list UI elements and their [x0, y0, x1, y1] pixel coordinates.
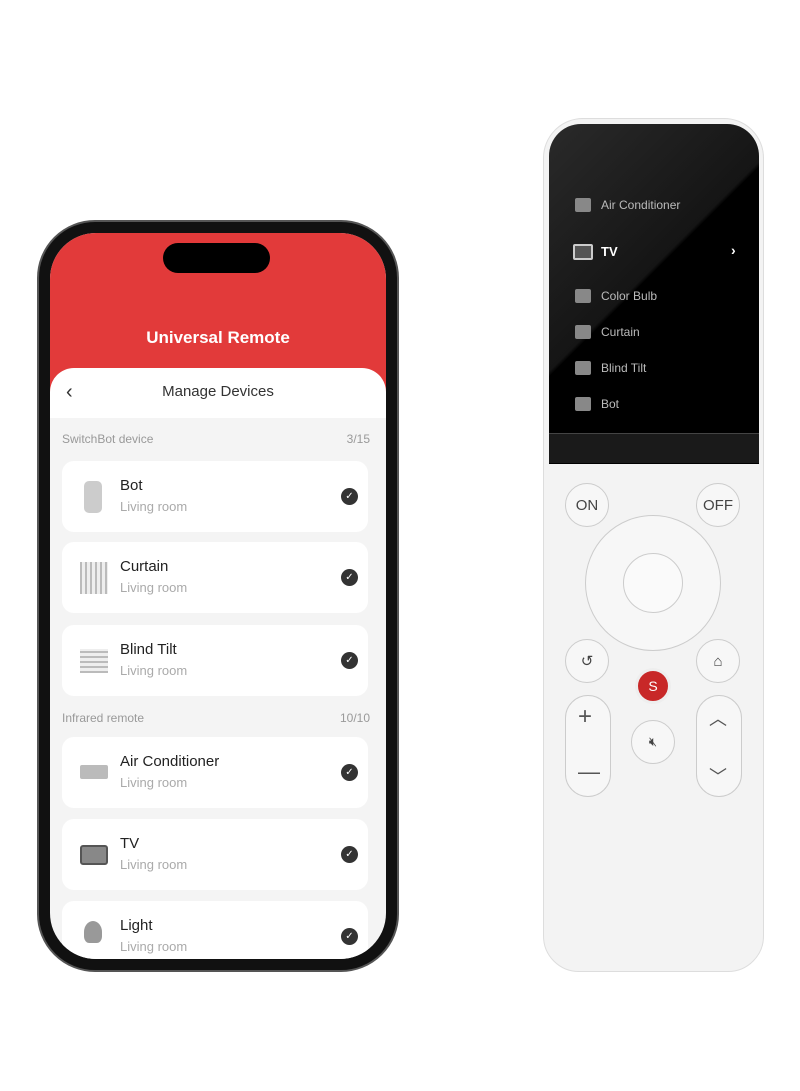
bot-icon [84, 481, 102, 513]
smartphone: Universal Remote ‹ Manage Devices Switch… [37, 220, 399, 972]
blind-tilt-icon [575, 361, 591, 375]
ok-button[interactable] [623, 553, 683, 613]
dynamic-island [163, 243, 270, 273]
mute-button[interactable]: 🔇︎ [631, 720, 675, 764]
remote-menu-item[interactable]: Bot [601, 397, 619, 411]
device-card[interactable]: Light Living room ✓ [62, 901, 368, 959]
light-bulb-icon [84, 921, 102, 943]
device-card[interactable]: Bot Living room ✓ [62, 461, 368, 532]
remote-menu-item[interactable]: Blind Tilt [601, 361, 646, 375]
plus-icon[interactable]: + [578, 703, 592, 731]
curtain-icon [80, 562, 108, 594]
remote-menu-item[interactable]: Curtain [601, 325, 640, 339]
mute-icon: 🔇︎ [648, 734, 658, 749]
remote-screen: Air Conditioner TV › Color Bulb Curtain Blind… [549, 124, 759, 464]
chevron-up-icon[interactable]: ︿ [709, 705, 727, 731]
sheet-title: Manage Devices [162, 383, 274, 400]
switchbot-logo-button[interactable]: S [635, 668, 671, 704]
air-conditioner-icon [575, 198, 591, 212]
device-room: Living room [120, 857, 188, 872]
color-bulb-icon [575, 289, 591, 303]
check-icon[interactable]: ✓ [341, 488, 358, 505]
chevron-down-icon[interactable]: ﹀ [709, 763, 727, 789]
on-button[interactable]: ON [565, 483, 609, 527]
remote-touch-strip[interactable] [549, 433, 759, 463]
device-name: Light [120, 917, 153, 934]
minus-icon[interactable]: — [578, 759, 600, 785]
device-room: Living room [120, 580, 188, 595]
device-name: Air Conditioner [120, 753, 220, 770]
section-count: 10/10 [339, 711, 370, 725]
check-icon[interactable]: ✓ [341, 928, 358, 945]
device-card[interactable]: Blind Tilt Living room ✓ [62, 625, 368, 696]
remote-menu-item[interactable]: TV [601, 244, 618, 259]
phone-screen: Universal Remote ‹ Manage Devices Switch… [50, 233, 386, 959]
device-room: Living room [120, 775, 188, 790]
app-title: Universal Remote [146, 328, 290, 347]
device-name: Curtain [120, 558, 169, 575]
off-button[interactable]: OFF [696, 483, 740, 527]
remote-menu-item[interactable]: Air Conditioner [601, 198, 680, 212]
device-room: Living room [120, 939, 188, 954]
section-label: Infrared remote [62, 711, 145, 725]
home-button[interactable]: ⌂ [696, 639, 740, 683]
bot-icon [575, 397, 591, 411]
device-card[interactable]: Air Conditioner Living room ✓ [62, 737, 368, 808]
back-arrow-icon: ↺ [580, 653, 594, 670]
home-icon: ⌂ [713, 652, 723, 670]
section-count: 3/15 [346, 432, 370, 446]
chevron-right-icon: › [731, 242, 736, 258]
tv-icon [80, 845, 108, 865]
section-label: SwitchBot device [62, 432, 154, 446]
curtain-icon [575, 325, 591, 339]
check-icon[interactable]: ✓ [341, 846, 358, 863]
device-name: Bot [120, 477, 143, 494]
device-card[interactable]: TV Living room ✓ [62, 819, 368, 890]
tv-icon [573, 244, 593, 260]
check-icon[interactable]: ✓ [341, 569, 358, 586]
device-card[interactable]: Curtain Living room ✓ [62, 542, 368, 613]
blind-tilt-icon [80, 649, 108, 673]
remote-control: Air Conditioner TV › Color Bulb Curtain Blind… [543, 118, 764, 972]
remote-menu-item[interactable]: Color Bulb [601, 289, 657, 303]
device-name: TV [120, 835, 140, 852]
air-conditioner-icon [80, 765, 108, 779]
device-room: Living room [120, 499, 188, 514]
back-button[interactable]: ↺ [565, 639, 609, 683]
check-icon[interactable]: ✓ [341, 764, 358, 781]
check-icon[interactable]: ✓ [341, 652, 358, 669]
device-room: Living room [120, 663, 188, 678]
device-name: Blind Tilt [120, 641, 177, 658]
